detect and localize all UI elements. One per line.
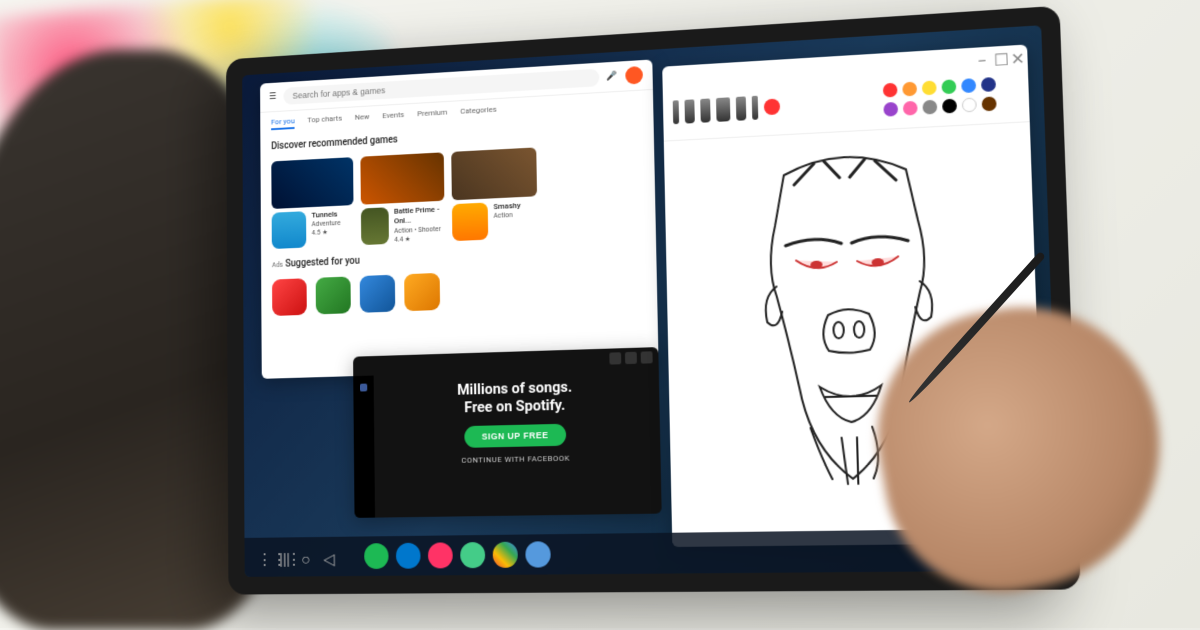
brush-pen[interactable] <box>684 99 694 123</box>
playstore-window[interactable]: ☰ 🎤 For you Top charts New Events Premiu… <box>260 59 659 378</box>
taskbar-apps <box>364 541 551 569</box>
color-swatch-purple[interactable] <box>883 102 898 117</box>
game-thumbnail <box>271 157 353 209</box>
game-rating: 4.4 ★ <box>394 234 445 245</box>
game-title: Battle Prime - Onl... <box>394 205 445 227</box>
facebook-icon[interactable] <box>360 384 367 392</box>
app-icon[interactable] <box>404 273 440 311</box>
app-icon[interactable] <box>360 275 396 313</box>
game-card[interactable]: Smashy Action <box>451 147 537 242</box>
color-swatch-orange[interactable] <box>902 82 917 97</box>
taskbar-app-icon[interactable] <box>396 543 421 569</box>
app-icon[interactable] <box>316 276 351 314</box>
taskbar-spotify-icon[interactable] <box>364 543 389 569</box>
taskbar-app-icon[interactable] <box>428 542 453 568</box>
color-swatch-black[interactable] <box>942 99 957 114</box>
tab-new[interactable]: New <box>355 112 370 125</box>
game-card[interactable]: Battle Prime - Onl... Action • Shooter 4… <box>360 152 445 246</box>
color-swatch-white[interactable] <box>962 97 977 112</box>
minimize-icon[interactable]: − <box>977 51 988 62</box>
game-icon <box>272 211 307 249</box>
game-rating: 4.5 ★ <box>312 228 341 238</box>
app-icon[interactable] <box>272 278 307 316</box>
suggested-label: Suggested for you <box>285 256 360 270</box>
games-row[interactable]: Tunnels Adventure 4.5 ★ Battle Prime - O… <box>260 137 655 254</box>
game-icon <box>361 207 389 245</box>
tab-foryou[interactable]: For you <box>271 117 295 131</box>
color-swatch-red[interactable] <box>883 83 898 98</box>
tab-topcharts[interactable]: Top charts <box>307 114 342 128</box>
color-palette <box>872 70 1019 124</box>
brush-calligraphy[interactable] <box>736 96 747 120</box>
game-title: Smashy <box>493 201 520 212</box>
game-icon <box>452 203 488 242</box>
color-swatch-navy[interactable] <box>981 77 996 92</box>
brush-fine[interactable] <box>752 95 759 119</box>
color-swatch-gray[interactable] <box>922 100 937 115</box>
color-swatch-green[interactable] <box>941 79 956 94</box>
close-icon[interactable]: ✕ <box>1010 49 1021 60</box>
home-icon[interactable]: ○ <box>301 550 314 564</box>
close-icon[interactable] <box>641 351 653 363</box>
brush-marker[interactable] <box>700 98 710 122</box>
color-swatch-brown[interactable] <box>982 96 997 111</box>
spotify-window[interactable]: Millions of songs. Free on Spotify. SIGN… <box>353 347 662 518</box>
ads-label: Ads <box>272 261 283 269</box>
color-swatch-blue[interactable] <box>961 78 976 93</box>
back-icon[interactable]: ◁ <box>323 550 336 564</box>
minimize-icon[interactable] <box>609 352 621 364</box>
brush-pencil[interactable] <box>673 100 679 124</box>
color-swatch-yellow[interactable] <box>922 80 937 95</box>
color-swatch-pink[interactable] <box>903 101 918 116</box>
spotify-sidebar <box>353 376 375 518</box>
game-card[interactable]: Tunnels Adventure 4.5 ★ <box>271 157 354 250</box>
profile-avatar[interactable] <box>625 66 643 85</box>
game-subtitle: Action <box>494 211 521 221</box>
recents-icon[interactable]: ||| <box>279 550 292 564</box>
game-thumbnail <box>360 152 444 204</box>
tab-events[interactable]: Events <box>382 110 404 124</box>
game-thumbnail <box>451 147 537 200</box>
brush-highlighter[interactable] <box>716 97 730 122</box>
maximize-icon[interactable] <box>625 352 637 364</box>
undo-icon[interactable] <box>764 98 780 115</box>
taskbar-playstore-icon[interactable] <box>525 541 551 567</box>
maximize-icon[interactable]: ☐ <box>994 50 1005 61</box>
apps-grid-icon[interactable]: ⋮⋮⋮ <box>257 550 270 564</box>
menu-icon[interactable]: ☰ <box>269 92 276 102</box>
mic-icon[interactable]: 🎤 <box>607 71 618 81</box>
signup-button[interactable]: SIGN UP FREE <box>465 424 566 448</box>
taskbar-chrome-icon[interactable] <box>493 542 518 568</box>
taskbar-app-icon[interactable] <box>460 542 485 568</box>
tab-categories[interactable]: Categories <box>460 105 496 120</box>
tab-premium[interactable]: Premium <box>417 108 447 122</box>
continue-facebook-button[interactable]: CONTINUE WITH FACEBOOK <box>386 452 649 466</box>
